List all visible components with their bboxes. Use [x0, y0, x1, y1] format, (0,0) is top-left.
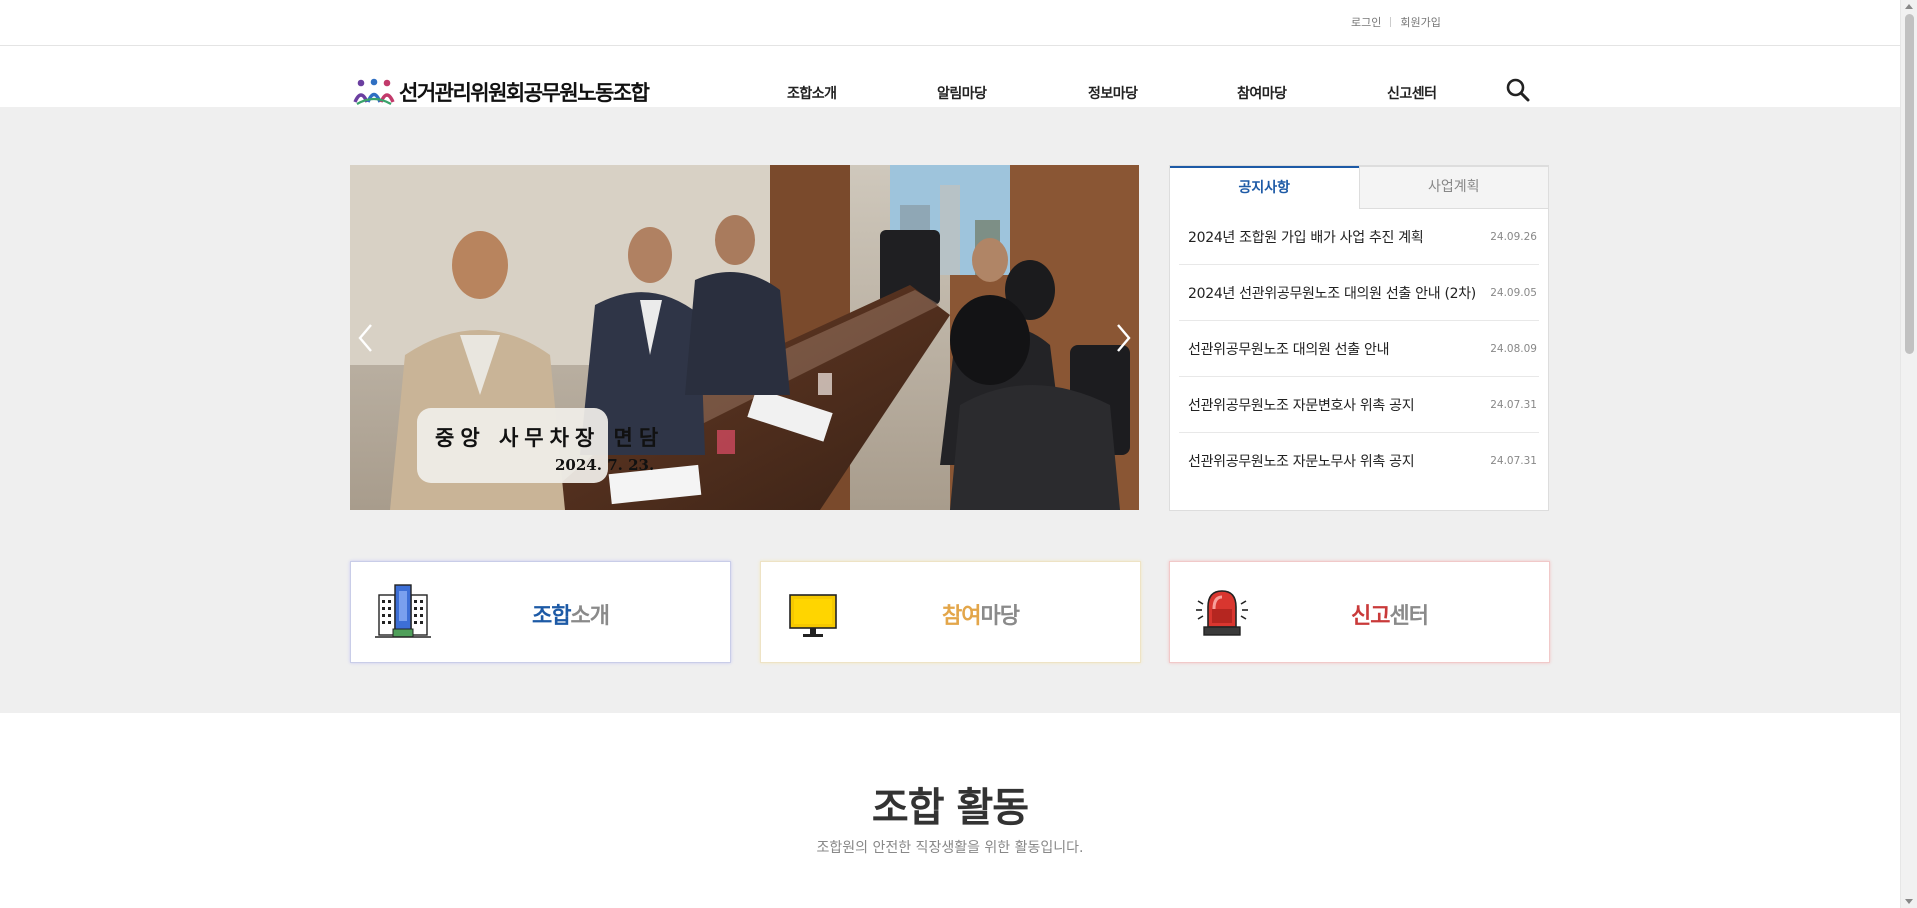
logo-text: 선거관리위원회공무원노동조합	[399, 81, 650, 105]
slider-next-icon[interactable]	[1111, 321, 1135, 355]
section-description: 조합원의 안전한 직장생활을 위한 활동입니다.	[816, 840, 1084, 856]
notice-item[interactable]: 2024년 선관위공무원노조 대의원 선출 안내 (2차) 24.09.05	[1179, 265, 1539, 321]
quick-link-accent: 신고	[1351, 604, 1390, 629]
quick-link-participate[interactable]: 참여마당	[760, 561, 1141, 663]
quick-link-label: 신고센터	[1170, 598, 1549, 630]
slide-caption-title: 중앙 사무차장 면담	[435, 425, 665, 450]
notice-date: 24.09.05	[1490, 286, 1537, 299]
notice-title: 2024년 조합원 가입 배가 사업 추진 계획	[1188, 229, 1424, 246]
search-icon[interactable]	[1505, 77, 1531, 103]
tab-business-plan[interactable]: 사업계획	[1358, 166, 1548, 209]
divider	[1390, 17, 1392, 27]
signup-link[interactable]: 회원가입	[1400, 14, 1440, 30]
notice-date: 24.07.31	[1490, 398, 1537, 411]
nav-item-report[interactable]: 신고센터	[1387, 83, 1437, 103]
nav-item-info[interactable]: 정보마당	[1088, 83, 1138, 103]
notice-title: 선관위공무원노조 자문노무사 위촉 공지	[1188, 454, 1415, 470]
notice-list: 2024년 조합원 가입 배가 사업 추진 계획 24.09.26 2024년 …	[1170, 209, 1548, 489]
site-header: 선거관리위원회공무원노동조합 조합소개 알림마당 정보마당 참여마당 신고센터	[0, 47, 1900, 107]
quick-link-label: 참여마당	[761, 598, 1140, 630]
utility-links: 로그인 회원가입	[1351, 14, 1441, 30]
quick-link-report[interactable]: 신고센터	[1169, 561, 1550, 663]
notice-date: 24.07.31	[1490, 455, 1537, 467]
quick-link-rest: 소개	[570, 604, 610, 629]
quick-link-rest: 마당	[980, 604, 1020, 629]
notice-date: 24.09.26	[1490, 230, 1537, 243]
login-link[interactable]: 로그인	[1351, 14, 1381, 30]
quick-link-about[interactable]: 조합소개	[350, 561, 731, 663]
scroll-thumb[interactable]	[1905, 14, 1914, 354]
notice-item[interactable]: 선관위공무원노조 자문변호사 위촉 공지 24.07.31	[1179, 377, 1539, 433]
site-logo[interactable]: 선거관리위원회공무원노동조합	[353, 77, 650, 107]
slide-caption-date: 2024. 7. 23.	[555, 456, 655, 474]
page-scrollbar[interactable]	[1900, 0, 1917, 908]
quick-link-rest: 센터	[1389, 604, 1429, 629]
quick-link-label: 조합소개	[351, 598, 730, 630]
quick-link-accent: 조합	[532, 604, 571, 629]
notice-title: 선관위공무원노조 자문변호사 위촉 공지	[1188, 397, 1415, 414]
nav-item-notice[interactable]: 알림마당	[937, 83, 987, 103]
nav-item-about[interactable]: 조합소개	[787, 83, 837, 103]
utility-bar: 로그인 회원가입	[0, 0, 1900, 46]
notice-date: 24.08.09	[1490, 342, 1537, 355]
notice-board: 공지사항 사업계획 2024년 조합원 가입 배가 사업 추진 계획 24.09…	[1169, 165, 1549, 511]
nav-item-participate[interactable]: 참여마당	[1237, 83, 1287, 103]
slide-caption: 중앙 사무차장 면담 2024. 7. 23.	[417, 408, 658, 483]
board-tabs: 공지사항 사업계획	[1170, 166, 1548, 209]
notice-item[interactable]: 선관위공무원노조 자문노무사 위촉 공지 24.07.31	[1179, 433, 1539, 489]
logo-people-icon	[353, 78, 395, 105]
notice-title: 선관위공무원노조 대의원 선출 안내	[1188, 341, 1390, 358]
notice-item[interactable]: 2024년 조합원 가입 배가 사업 추진 계획 24.09.26	[1179, 209, 1539, 265]
scroll-up-icon[interactable]	[1905, 4, 1913, 9]
section-title: 조합 활동	[871, 785, 1029, 831]
main-slider[interactable]: 중앙 사무차장 면담 2024. 7. 23.	[350, 165, 1139, 510]
scroll-down-icon[interactable]	[1905, 899, 1913, 904]
notice-title: 2024년 선관위공무원노조 대의원 선출 안내 (2차)	[1188, 285, 1476, 302]
tab-notices[interactable]: 공지사항	[1170, 166, 1359, 209]
quick-link-accent: 참여	[942, 604, 981, 629]
slider-prev-icon[interactable]	[354, 321, 378, 355]
notice-item[interactable]: 선관위공무원노조 대의원 선출 안내 24.08.09	[1179, 321, 1539, 377]
